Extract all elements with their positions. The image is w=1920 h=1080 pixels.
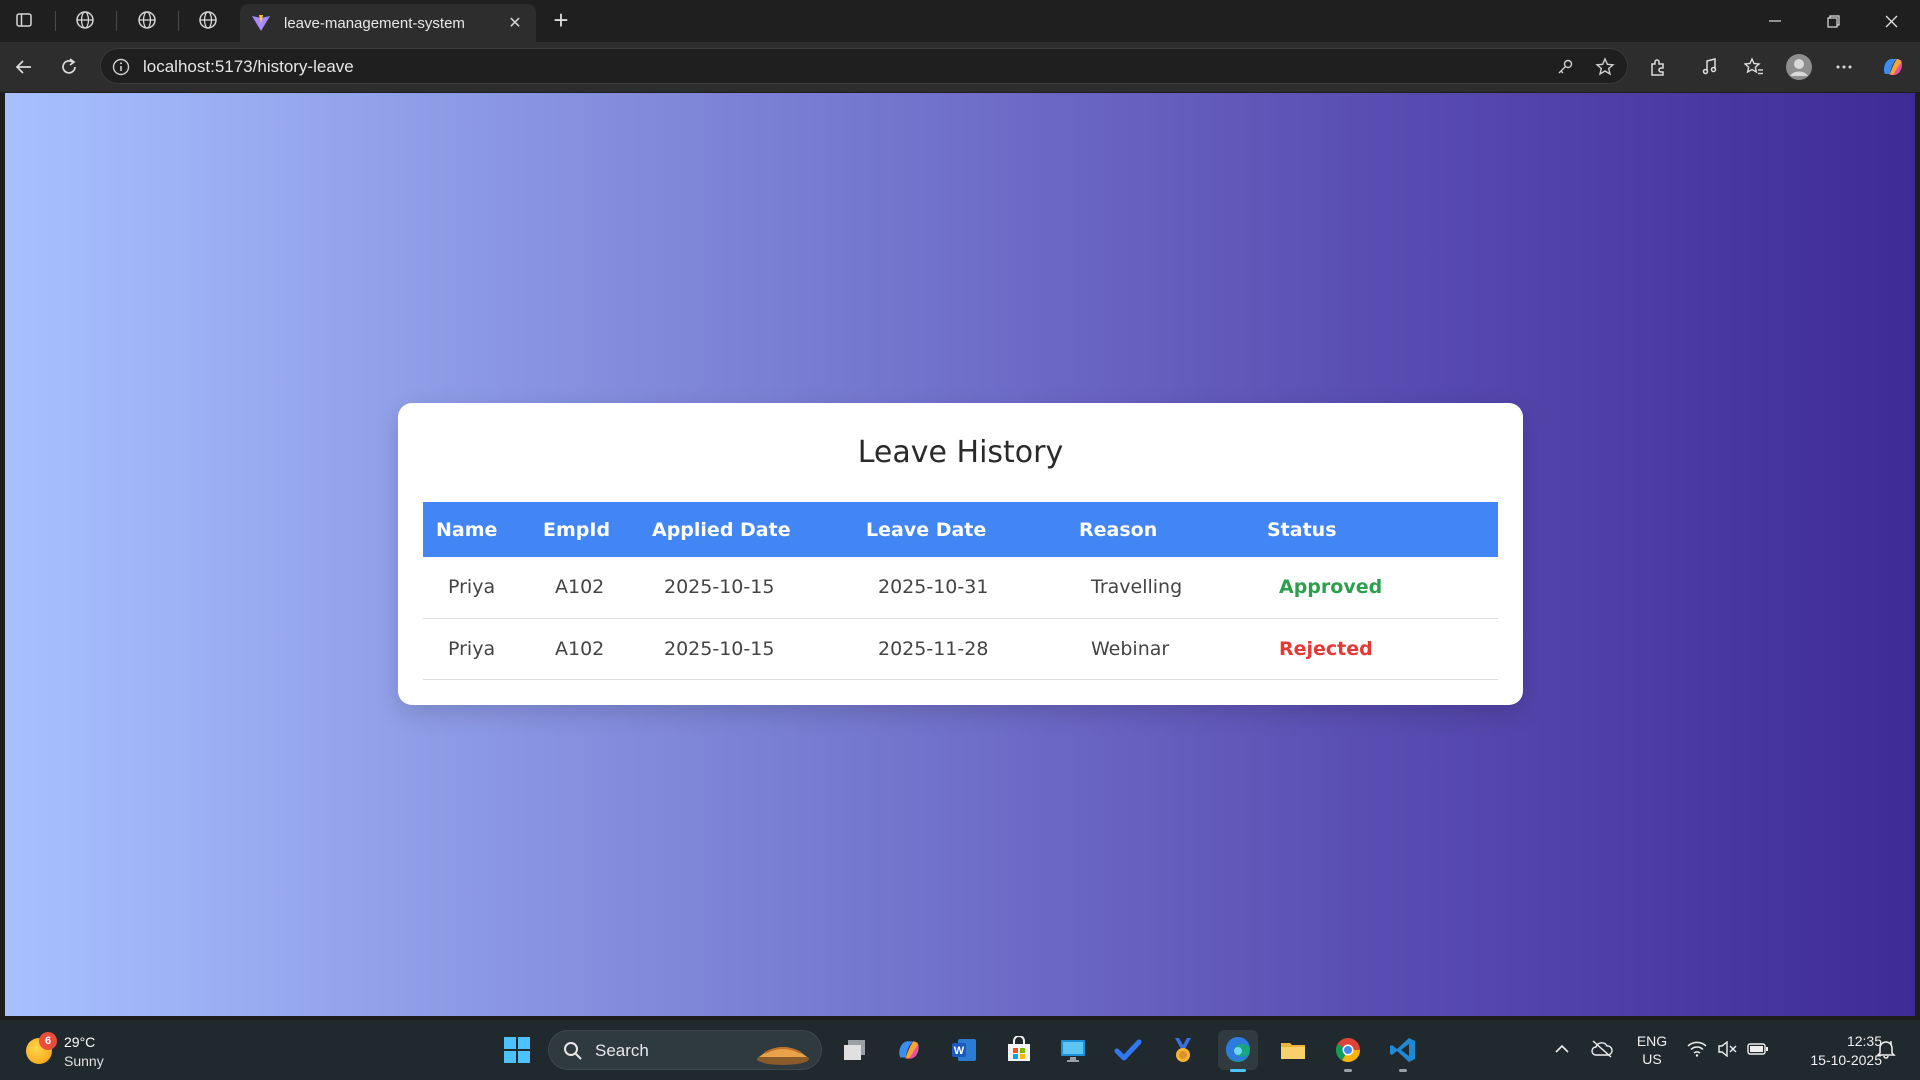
table-row: Priya A102 2025-10-15 2025-11-28 Webinar… bbox=[423, 618, 1498, 680]
cell-reason: Travelling bbox=[1066, 557, 1254, 619]
page-viewport: Leave History Name EmpId Applied Date Le… bbox=[5, 93, 1915, 1016]
weather-widget[interactable]: 6 29°C Sunny bbox=[22, 1028, 142, 1072]
column-header-reason: Reason bbox=[1066, 502, 1254, 557]
media-icon[interactable] bbox=[1694, 51, 1726, 83]
leave-history-card: Leave History Name EmpId Applied Date Le… bbox=[398, 403, 1523, 705]
globe-icon[interactable] bbox=[192, 6, 224, 34]
notification-badge: 6 bbox=[39, 1032, 57, 1050]
refresh-icon[interactable] bbox=[53, 51, 85, 83]
close-window-icon[interactable] bbox=[1866, 4, 1916, 38]
running-indicator bbox=[1344, 1069, 1352, 1072]
cell-applied-date: 2025-10-15 bbox=[639, 618, 853, 680]
svg-text:W: W bbox=[954, 1045, 965, 1057]
language-region: US bbox=[1642, 1051, 1662, 1067]
column-header-empid: EmpId bbox=[530, 502, 639, 557]
tab-title: leave-management-system bbox=[284, 14, 465, 32]
info-icon[interactable] bbox=[111, 57, 131, 77]
minimize-icon[interactable] bbox=[1750, 4, 1800, 38]
battery-icon[interactable] bbox=[1746, 1034, 1770, 1064]
word-icon[interactable]: W bbox=[944, 1030, 984, 1070]
weather-temperature: 29°C bbox=[64, 1034, 96, 1050]
remote-desktop-icon[interactable] bbox=[1053, 1030, 1093, 1070]
close-tab-icon[interactable]: ✕ bbox=[504, 13, 526, 33]
todo-icon[interactable] bbox=[1108, 1030, 1148, 1070]
back-icon[interactable] bbox=[8, 51, 40, 83]
cell-name: Priya bbox=[423, 618, 530, 680]
favorites-icon[interactable] bbox=[1738, 51, 1770, 83]
browser-tab-strip: leave-management-system ✕ + bbox=[0, 0, 1920, 42]
taskbar-search[interactable]: Search bbox=[548, 1030, 822, 1070]
globe-icon[interactable] bbox=[69, 6, 101, 34]
start-icon[interactable] bbox=[497, 1030, 537, 1070]
tab-separator bbox=[55, 11, 56, 31]
cloud-off-icon[interactable] bbox=[1590, 1034, 1614, 1064]
search-icon bbox=[563, 1041, 583, 1061]
star-icon[interactable] bbox=[1593, 55, 1617, 79]
cell-applied-date: 2025-10-15 bbox=[639, 557, 853, 619]
wifi-icon[interactable] bbox=[1686, 1034, 1708, 1064]
pie-illustration-icon bbox=[753, 1035, 813, 1067]
new-tab-button[interactable]: + bbox=[546, 6, 576, 36]
tab-separator bbox=[116, 11, 117, 31]
cell-leave-date: 2025-11-28 bbox=[853, 618, 1066, 680]
search-label: Search bbox=[595, 1041, 649, 1060]
table-row: Priya A102 2025-10-15 2025-10-31 Travell… bbox=[423, 557, 1498, 619]
status-badge: Approved bbox=[1254, 557, 1498, 619]
active-indicator bbox=[1230, 1069, 1246, 1072]
copilot-icon[interactable] bbox=[1877, 51, 1909, 83]
tab-separator bbox=[178, 11, 179, 31]
vscode-icon[interactable] bbox=[1383, 1030, 1423, 1072]
file-explorer-icon[interactable] bbox=[1273, 1030, 1313, 1070]
restore-icon[interactable] bbox=[1808, 4, 1858, 38]
profile-icon[interactable] bbox=[1783, 51, 1815, 83]
column-header-name: Name bbox=[423, 502, 530, 557]
store-icon[interactable] bbox=[999, 1030, 1039, 1070]
tab-leave-management[interactable]: leave-management-system ✕ bbox=[240, 4, 536, 42]
more-icon[interactable] bbox=[1828, 51, 1860, 83]
url-text: localhost:5173/history-leave bbox=[143, 57, 354, 76]
cell-empid: A102 bbox=[530, 557, 639, 619]
volume-muted-icon[interactable] bbox=[1716, 1034, 1738, 1064]
system-clock[interactable]: 12:35 15-10-2025 bbox=[1782, 1032, 1882, 1070]
page-title: Leave History bbox=[857, 435, 1064, 470]
sidebar-icon[interactable] bbox=[8, 6, 40, 34]
chevron-up-icon[interactable] bbox=[1552, 1034, 1572, 1064]
column-header-leave-date: Leave Date bbox=[853, 502, 1066, 557]
browser-toolbar: localhost:5173/history-leave bbox=[0, 42, 1920, 92]
notification-bell-icon[interactable] bbox=[1874, 1034, 1898, 1064]
weather-condition: Sunny bbox=[64, 1053, 104, 1069]
globe-icon[interactable] bbox=[131, 6, 163, 34]
table-header-row: Name EmpId Applied Date Leave Date Reaso… bbox=[423, 502, 1498, 557]
leave-history-table: Name EmpId Applied Date Leave Date Reaso… bbox=[423, 502, 1498, 680]
language-code: ENG bbox=[1636, 1033, 1668, 1049]
column-header-applied-date: Applied Date bbox=[639, 502, 853, 557]
cell-leave-date: 2025-10-31 bbox=[853, 557, 1066, 619]
copilot-app-icon[interactable] bbox=[889, 1030, 929, 1070]
chrome-icon[interactable] bbox=[1328, 1030, 1368, 1072]
column-header-status: Status bbox=[1254, 502, 1498, 557]
task-view-icon[interactable] bbox=[835, 1030, 875, 1070]
address-bar[interactable]: localhost:5173/history-leave bbox=[100, 48, 1628, 84]
taskbar: 6 29°C Sunny Search W ENG US 12:35 15-10… bbox=[0, 1020, 1920, 1080]
clock-date: 15-10-2025 bbox=[1810, 1052, 1882, 1068]
language-indicator[interactable]: ENG US bbox=[1632, 1032, 1672, 1068]
cell-name: Priya bbox=[423, 557, 530, 619]
cell-empid: A102 bbox=[530, 618, 639, 680]
clock-time: 12:35 bbox=[1846, 1033, 1882, 1049]
medal-icon[interactable] bbox=[1163, 1030, 1203, 1070]
edge-icon[interactable] bbox=[1218, 1030, 1258, 1072]
running-indicator bbox=[1399, 1069, 1407, 1072]
extensions-icon[interactable] bbox=[1642, 51, 1674, 83]
key-icon[interactable] bbox=[1553, 55, 1577, 79]
cell-reason: Webinar bbox=[1066, 618, 1254, 680]
vite-icon bbox=[250, 12, 272, 34]
status-badge: Rejected bbox=[1254, 618, 1498, 680]
